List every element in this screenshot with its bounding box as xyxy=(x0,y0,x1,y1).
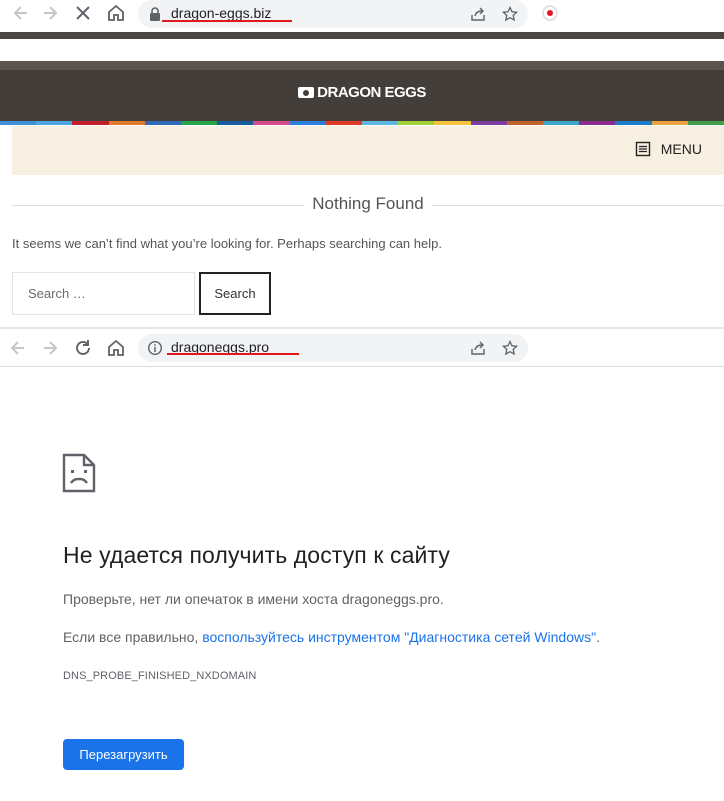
arrow-left-icon xyxy=(10,341,24,355)
search-button[interactable]: Search xyxy=(199,272,271,315)
stripe-segment xyxy=(579,121,616,125)
menu-band: MENU xyxy=(12,126,724,175)
back-button[interactable] xyxy=(9,1,33,25)
stripe-segment xyxy=(398,121,435,125)
toolbar-border xyxy=(0,366,724,367)
stripe-segment xyxy=(289,121,326,125)
stripe-segment xyxy=(181,121,218,125)
stripe-segment xyxy=(506,121,544,125)
search-input[interactable] xyxy=(12,272,195,315)
bookmark-star-icon[interactable] xyxy=(501,5,519,23)
network-diagnostics-link[interactable]: воспользуйтесь инструментом "Диагностика… xyxy=(202,629,596,645)
address-bar[interactable]: dragon-eggs.biz xyxy=(138,0,528,28)
top-dark-strip xyxy=(0,32,724,39)
stripe-segment xyxy=(543,121,580,125)
stripe-segment xyxy=(325,121,363,125)
diagnostics-suffix: . xyxy=(596,629,600,645)
stripe-segment xyxy=(217,121,254,125)
sad-page-icon xyxy=(62,453,96,493)
menu-button[interactable]: MENU xyxy=(635,141,702,157)
home-button[interactable] xyxy=(104,1,128,25)
extension-button[interactable] xyxy=(538,1,562,25)
stripe-segment xyxy=(36,121,73,125)
header-gap xyxy=(0,39,724,61)
nothing-found-heading: Nothing Found xyxy=(12,193,724,217)
stripe-segment xyxy=(470,121,507,125)
not-found-message: It seems we can’t find what you’re looki… xyxy=(12,236,442,251)
screenshot-divider xyxy=(0,327,724,329)
error-title: Не удается получить доступ к сайту xyxy=(63,542,450,568)
close-icon xyxy=(76,6,90,20)
share-icon[interactable] xyxy=(469,339,487,357)
stripe-segment xyxy=(144,121,182,125)
url-underline-annotation-2 xyxy=(167,353,299,355)
menu-label: MENU xyxy=(660,141,702,157)
stripe-segment xyxy=(108,121,145,125)
stripe-segment xyxy=(651,121,688,125)
browser-toolbar-1: dragon-eggs.biz xyxy=(0,0,724,32)
egg-box-icon xyxy=(298,87,315,98)
logo-text: DRAGON EGGS xyxy=(317,84,426,101)
stripe-segment xyxy=(253,121,290,125)
browser-toolbar-2: dragoneggs.pro xyxy=(0,332,724,364)
stripe-segment xyxy=(362,121,399,125)
stripe-segment xyxy=(72,121,109,125)
info-icon[interactable] xyxy=(146,339,164,357)
home-button-2[interactable] xyxy=(104,336,128,360)
forward-button[interactable] xyxy=(38,1,62,25)
error-code: DNS_PROBE_FINISHED_NXDOMAIN xyxy=(63,670,257,682)
address-bar-2[interactable]: dragoneggs.pro xyxy=(138,334,528,362)
stripe-segment xyxy=(687,121,724,125)
diagnostics-prefix: Если все правильно, xyxy=(63,629,203,645)
reload-button[interactable]: Перезагрузить xyxy=(63,739,184,770)
stripe-segment xyxy=(615,121,652,125)
menu-icon xyxy=(635,141,650,157)
stop-button[interactable] xyxy=(71,1,95,25)
color-stripe xyxy=(0,121,724,125)
site-header: DRAGON EGGS xyxy=(0,61,724,121)
record-icon xyxy=(542,5,558,21)
error-hint-typo: Проверьте, нет ли опечаток в имени хоста… xyxy=(63,591,444,607)
error-hint-diagnostics: Если все правильно, воспользуйтесь инстр… xyxy=(63,629,600,645)
home-icon xyxy=(108,339,124,356)
forward-button-2[interactable] xyxy=(38,336,62,360)
arrow-left-icon xyxy=(13,6,27,20)
arrow-right-icon xyxy=(44,6,58,20)
address-url: dragon-eggs.biz xyxy=(171,5,272,21)
url-underline-annotation xyxy=(162,20,292,22)
page-title: Nothing Found xyxy=(304,194,432,213)
arrow-right-icon xyxy=(44,341,58,355)
stripe-segment xyxy=(434,121,471,125)
home-icon xyxy=(108,4,124,21)
stripe-segment xyxy=(0,121,37,125)
back-button-2[interactable] xyxy=(6,336,30,360)
site-logo[interactable]: DRAGON EGGS xyxy=(0,84,724,101)
reload-icon xyxy=(76,340,90,355)
share-icon[interactable] xyxy=(469,5,487,23)
bookmark-star-icon[interactable] xyxy=(501,339,519,357)
reload-toolbar-button[interactable] xyxy=(71,336,95,360)
